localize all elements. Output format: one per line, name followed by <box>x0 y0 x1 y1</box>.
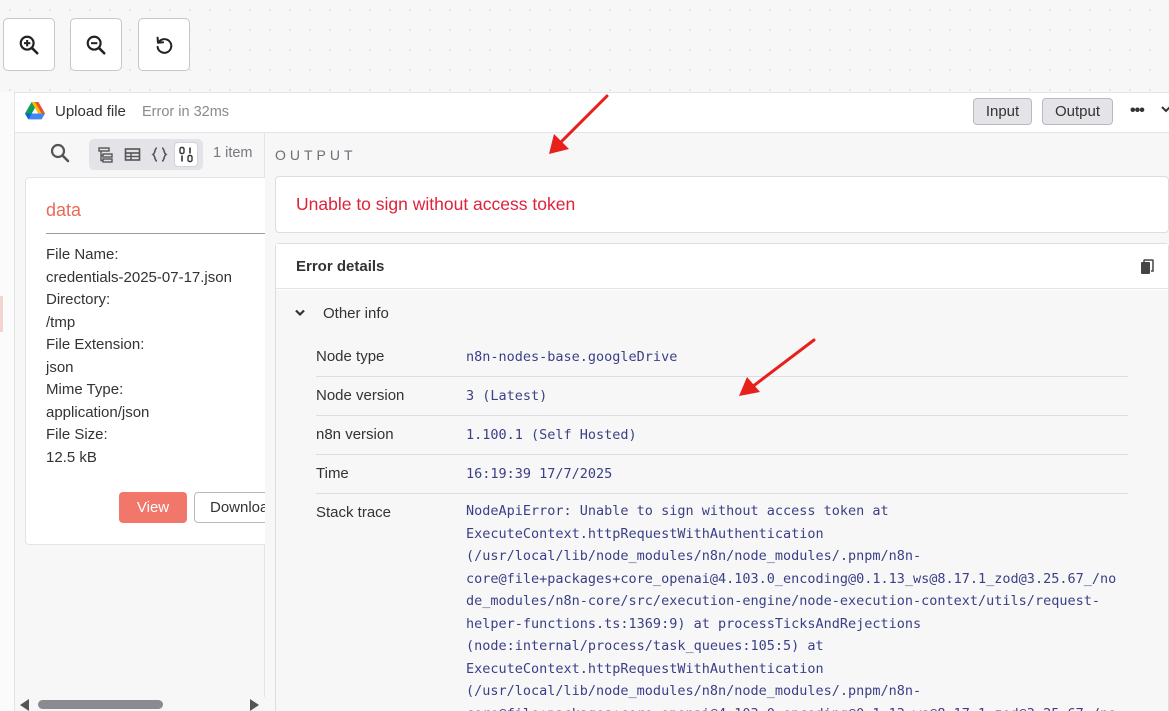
google-drive-icon <box>25 102 45 120</box>
left-rail <box>0 92 15 711</box>
row-divider <box>316 493 1128 494</box>
table-icon <box>124 148 140 161</box>
binary-property-title: data <box>46 200 82 220</box>
zoom-in-button[interactable] <box>3 18 55 71</box>
directory-label: Directory: <box>46 291 111 308</box>
reset-zoom-button[interactable] <box>138 18 190 71</box>
error-message: Unable to sign without access token <box>296 194 576 214</box>
output-button[interactable]: Output <box>1042 98 1113 125</box>
card-divider <box>46 233 265 234</box>
node-type-label: Node type <box>316 348 385 365</box>
time-value: 16:19:39 17/7/2025 <box>466 466 613 482</box>
chevron-down-icon[interactable] <box>294 308 306 318</box>
execution-status: Error in 32ms <box>142 104 230 120</box>
error-details-header <box>276 244 1168 289</box>
n8n-version-label: n8n version <box>316 426 394 443</box>
zoom-out-icon <box>86 35 106 55</box>
file-size-value: 12.5 kB <box>46 449 97 466</box>
stack-trace-value: NodeApiError: Unable to sign without acc… <box>466 503 1117 711</box>
item-count: 1 item <box>213 145 253 161</box>
node-title: Upload file <box>55 103 126 120</box>
json-braces-icon <box>150 147 168 162</box>
annotation-arrow-icon <box>739 338 816 396</box>
search-icon[interactable] <box>50 143 70 163</box>
scroll-left-arrow-icon[interactable] <box>20 699 29 711</box>
table-view-button[interactable] <box>120 142 144 167</box>
schema-view-button[interactable] <box>93 142 117 167</box>
chevron-down-icon[interactable] <box>1160 104 1169 116</box>
zoom-in-icon <box>19 35 39 55</box>
binary-view-button[interactable] <box>174 142 198 167</box>
row-divider <box>316 376 1128 377</box>
file-extension-label: File Extension: <box>46 336 145 353</box>
stack-trace-label: Stack trace <box>316 504 392 521</box>
reset-zoom-icon <box>156 36 173 54</box>
output-section-label: OUTPUT <box>275 147 357 163</box>
node-version-value: 3 (Latest) <box>466 388 548 404</box>
view-button[interactable]: View <box>119 492 187 523</box>
more-options-icon[interactable]: ••• <box>1130 102 1145 120</box>
rail-indicator <box>0 296 3 332</box>
file-extension-value: json <box>46 359 74 376</box>
other-info-toggle[interactable]: Other info <box>323 305 389 322</box>
annotation-arrow-icon <box>549 94 609 154</box>
json-view-button[interactable] <box>147 142 171 167</box>
file-name-value: credentials-2025-07-17.json <box>46 269 232 286</box>
binary-icon <box>178 146 193 163</box>
time-label: Time <box>316 465 349 482</box>
file-name-label: File Name: <box>46 246 119 263</box>
directory-value: /tmp <box>46 314 76 331</box>
row-divider <box>316 454 1128 455</box>
mime-type-label: Mime Type: <box>46 381 124 398</box>
file-size-label: File Size: <box>46 426 108 443</box>
schema-icon <box>97 147 113 163</box>
scroll-right-arrow-icon[interactable] <box>250 699 259 711</box>
scrollbar-thumb[interactable] <box>38 700 163 709</box>
row-divider <box>316 415 1128 416</box>
error-details-title: Error details <box>296 258 385 275</box>
copy-icon[interactable] <box>1140 259 1154 275</box>
n8n-version-value: 1.100.1 (Self Hosted) <box>466 427 637 443</box>
input-button[interactable]: Input <box>973 98 1032 125</box>
zoom-out-button[interactable] <box>70 18 122 71</box>
node-version-label: Node version <box>316 387 405 404</box>
mime-type-value: application/json <box>46 404 150 421</box>
node-type-value: n8n-nodes-base.googleDrive <box>466 349 678 365</box>
